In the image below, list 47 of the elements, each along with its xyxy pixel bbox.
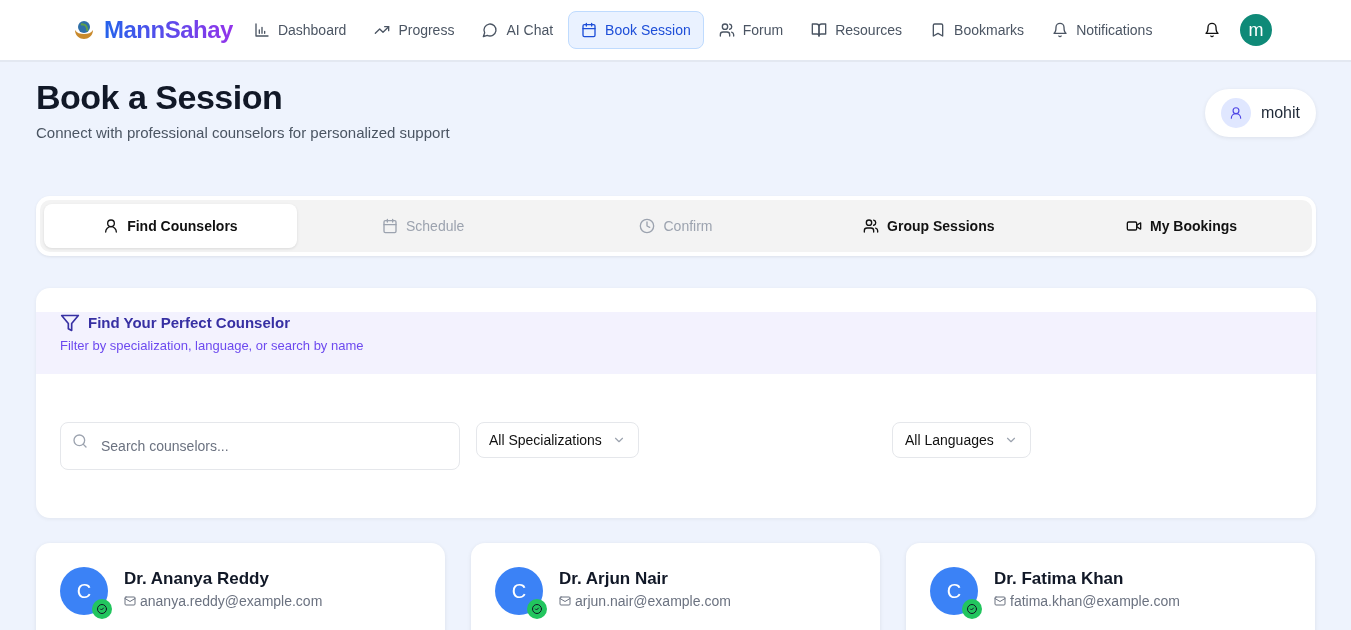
nav-link[interactable]: Bookmarks xyxy=(917,11,1038,49)
counselor-email: fatima.khan@example.com xyxy=(1010,593,1180,609)
bell-icon xyxy=(1204,22,1220,38)
user-avatar-icon xyxy=(1220,98,1251,128)
counselor-avatar: C xyxy=(495,567,543,615)
user-avatar[interactable]: m xyxy=(1240,14,1272,46)
specialization-dropdown[interactable]: All Specializations xyxy=(476,422,639,458)
filter-title: Find Your Perfect Counselor xyxy=(88,313,290,333)
counselor-avatar: C xyxy=(930,567,978,615)
bar-chart-icon xyxy=(253,22,270,38)
users-icon xyxy=(718,22,735,38)
calendar-icon xyxy=(382,218,398,234)
nav-link[interactable]: AI Chat xyxy=(469,11,567,49)
counselor-email: arjun.nair@example.com xyxy=(575,593,731,609)
nav-link[interactable]: Forum xyxy=(705,11,797,49)
counselor-name: Dr. Ananya Reddy xyxy=(124,569,270,589)
open-book-icon xyxy=(811,22,828,38)
users-icon xyxy=(863,218,880,234)
search-field[interactable]: Search counselors... xyxy=(60,422,460,470)
mail-icon xyxy=(994,595,1006,607)
counselor-email: ananya.reddy@example.com xyxy=(140,593,323,609)
counselor-name: Dr. Arjun Nair xyxy=(559,569,669,589)
user-chip[interactable]: mohit xyxy=(1204,89,1316,137)
tab[interactable]: Find Counselors xyxy=(44,204,297,248)
nav-link[interactable]: Notifications xyxy=(1039,11,1166,49)
counselor-name: Dr. Fatima Khan xyxy=(994,569,1125,589)
video-camera-icon xyxy=(1126,218,1143,234)
nav-link[interactable]: Dashboard xyxy=(240,11,360,49)
tab[interactable]: My Bookings xyxy=(1055,204,1308,248)
mail-icon xyxy=(124,595,136,607)
user-icon xyxy=(103,218,120,234)
language-dropdown[interactable]: All Languages xyxy=(892,422,1031,458)
nav-link[interactable]: Book Session xyxy=(568,11,704,49)
bell-icon xyxy=(1052,22,1069,38)
page-subtitle: Connect with professional counselors for personalized support xyxy=(36,124,450,141)
filter-icon xyxy=(60,313,80,333)
filter-subtitle: Filter by specialization, language, or search by name xyxy=(60,338,365,353)
mail-icon xyxy=(559,595,571,607)
tab[interactable]: Group Sessions xyxy=(802,204,1056,248)
logo-icon[interactable] xyxy=(72,18,96,42)
clock-icon xyxy=(639,218,656,234)
page-title: Book a Session xyxy=(36,77,284,118)
nav-link[interactable]: Progress xyxy=(361,11,468,49)
counselor-avatar: C xyxy=(60,567,108,615)
chat-bubble-icon xyxy=(482,22,499,38)
nav-link[interactable]: Resources xyxy=(798,11,916,49)
calendar-icon xyxy=(581,22,598,38)
